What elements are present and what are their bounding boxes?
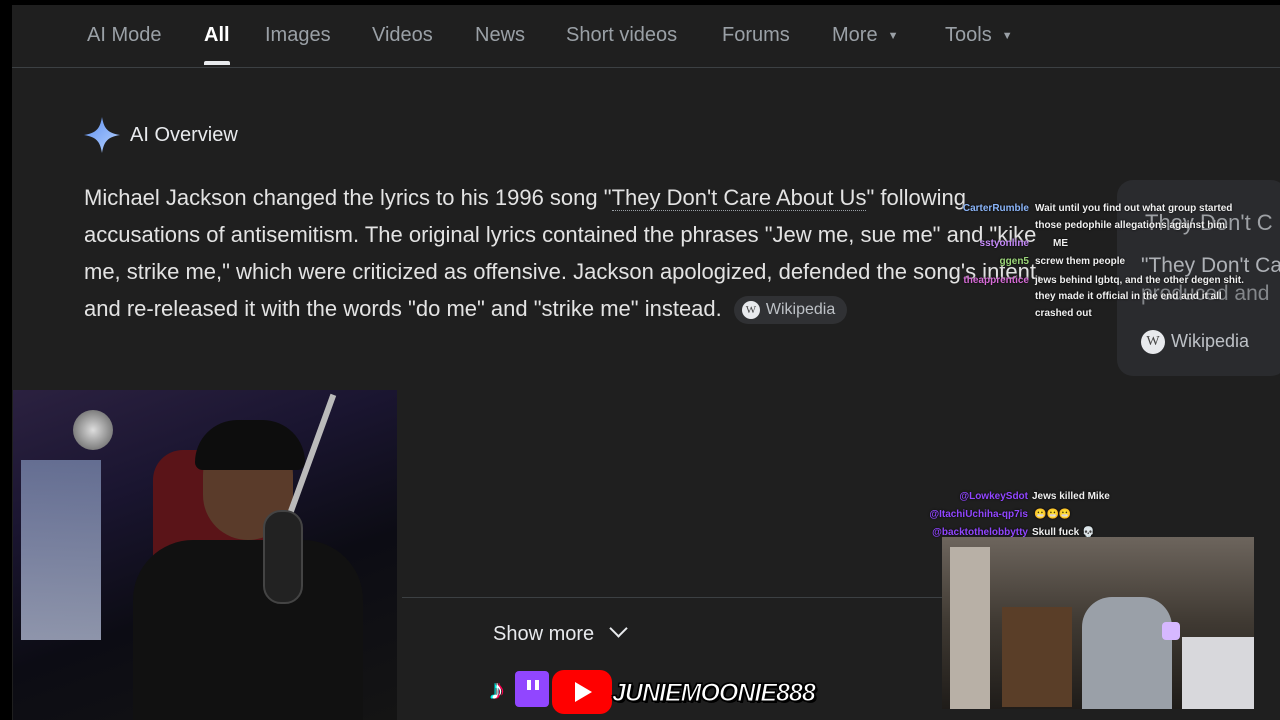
tab-forums[interactable]: Forums [722, 24, 790, 47]
chat-message: ME [1053, 238, 1068, 249]
youtube-play-icon [575, 682, 592, 702]
chat-message: screw them people [1035, 256, 1126, 267]
caret-down-icon: ▼ [887, 29, 899, 42]
webcam-shelf [1002, 607, 1072, 707]
webcam-bed [1182, 637, 1254, 709]
twitch-icon-eye [527, 680, 531, 690]
chat-message: Jews killed Mike [1032, 491, 1110, 502]
youtube-icon [552, 670, 612, 714]
webcam-streamer-cap [195, 420, 305, 470]
chat-message: 😬😬😬 [1034, 509, 1072, 520]
active-tab-indicator [204, 61, 230, 65]
channel-handle: JUNIEMOONIE888 [612, 679, 817, 708]
show-more-button[interactable]: Show more [493, 619, 628, 646]
tab-tools-label: Tools [945, 24, 992, 46]
tab-images[interactable]: Images [265, 24, 331, 47]
tab-videos[interactable]: Videos [372, 24, 433, 47]
webcam-door [950, 547, 990, 709]
tab-tools[interactable]: Tools ▼ [945, 24, 1013, 47]
secondary-webcam [942, 537, 1254, 709]
chat-message: Wait until you find out what group start… [1035, 203, 1233, 214]
wikipedia-icon: W [741, 300, 760, 319]
webcam-streamer-body [133, 540, 363, 720]
chat-username: theapprentice [963, 275, 1029, 286]
source-card-source: W Wikipedia [1141, 330, 1249, 354]
chat-username: @ItachiUchiha-qp7is [929, 509, 1028, 520]
webcam-chair-blanket [1082, 597, 1172, 709]
webcam-streamer [133, 420, 363, 720]
tab-more[interactable]: More ▼ [832, 24, 898, 47]
tab-all[interactable]: All [204, 24, 230, 47]
song-link[interactable]: They Don't Care About Us [611, 185, 867, 211]
webcam-lamp [1162, 622, 1180, 640]
tab-news[interactable]: News [475, 24, 525, 47]
show-more-label: Show more [493, 623, 595, 645]
ai-overview-title: AI Overview [130, 124, 238, 146]
tab-short-videos[interactable]: Short videos [566, 24, 677, 47]
chat-message: crashed out [1035, 308, 1092, 319]
social-handles: ♪ JUNIEMOONIE888 [482, 669, 832, 715]
tiktok-icon: ♪ [490, 674, 504, 705]
webcam-disco-ball [73, 410, 113, 450]
twitch-icon-eye [535, 680, 539, 690]
chat-username: sstyonline [979, 238, 1029, 249]
search-tabs: AI Mode All Images Videos News Short vid… [12, 5, 1280, 68]
chat-message: they made it official in the end and it … [1035, 291, 1222, 302]
sparkle-icon [84, 117, 120, 153]
chat-message: jews behind lgbtq, and the other degen s… [1035, 275, 1244, 286]
caret-down-icon: ▼ [1001, 29, 1013, 42]
chat-username: CarterRumble [962, 203, 1029, 214]
chat-username: ggen5 [999, 256, 1029, 267]
wikipedia-icon: W [1141, 330, 1165, 354]
chat-message: those pedophile allegations against him. [1035, 220, 1228, 231]
streamer-webcam [13, 390, 397, 720]
divider [402, 597, 942, 598]
wikipedia-chip-label: Wikipedia [765, 301, 836, 319]
overview-text-start: Michael Jackson changed the lyrics to hi… [84, 185, 612, 210]
chevron-down-icon [609, 619, 628, 638]
microphone-icon [263, 510, 303, 604]
ai-overview-text: Michael Jackson changed the lyrics to hi… [84, 179, 1054, 327]
webcam-monitor [21, 460, 101, 640]
tab-ai-mode[interactable]: AI Mode [87, 24, 161, 47]
tab-more-label: More [832, 24, 878, 46]
wikipedia-source-chip[interactable]: W Wikipedia [733, 296, 848, 325]
twitch-icon [515, 671, 549, 707]
source-card-source-label: Wikipedia [1171, 330, 1250, 351]
chat-username: @LowkeySdot [959, 491, 1028, 502]
